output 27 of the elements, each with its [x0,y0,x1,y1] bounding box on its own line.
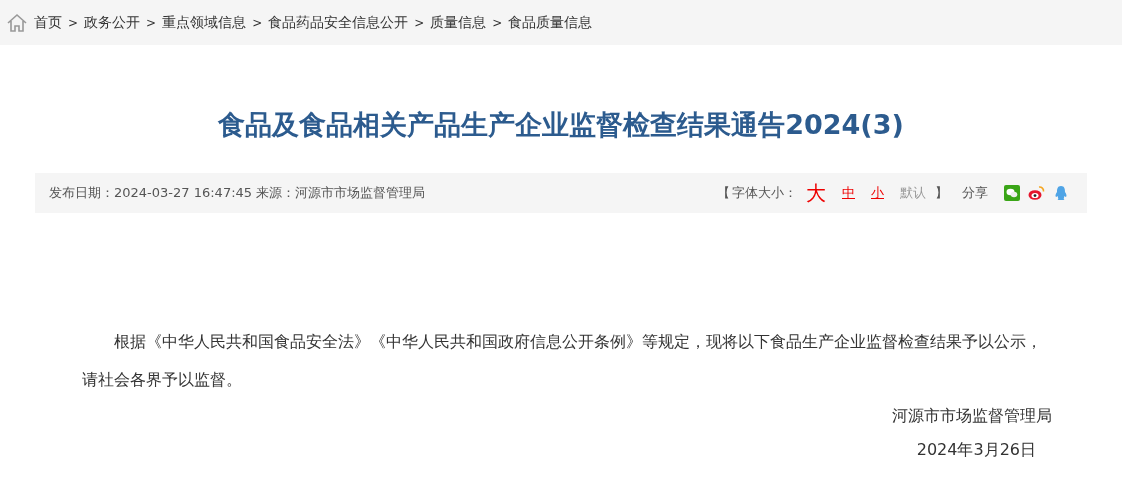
bracket: 【 [717,184,730,203]
chat-bubbles-icon[interactable] [1004,185,1020,201]
breadcrumb-link[interactable]: 首页 [34,12,62,33]
breadcrumb-link[interactable]: 政务公开 [84,12,141,33]
breadcrumb-separator: > [146,14,157,32]
article-date: 2024年3月26日 [916,439,1036,461]
breadcrumb-separator: > [492,14,503,32]
breadcrumb-link[interactable]: 重点领域信息 [162,12,247,33]
share-label: 分享 [962,184,988,203]
signature: 河源市市场监督管理局 [892,405,1052,427]
font-size-option[interactable]: 大 [806,183,826,203]
home-icon[interactable] [6,11,28,34]
font-size-option[interactable]: 小 [871,183,884,203]
publish-info: 发布日期：2024-03-27 16:47:45 来源：河源市市场监督管理局 [49,184,426,203]
eye-icon[interactable] [1028,185,1045,201]
article-paragraph: 根据《中华人民共和国食品安全法》《中华人民共和国政府信息公开条例》等规定，现将以下食品生产企业监督检查结果予以公示，请社会各界予以监督。 [82,331,1043,391]
breadcrumb-separator: > [68,14,79,32]
article-title: 食品及食品相关产品生产企业监督检查结果通告2024(3) [217,108,905,142]
breadcrumb-link[interactable]: 食品药品安全信息公开 [268,12,409,33]
font-size-label: 字体大小： [732,184,797,203]
breadcrumb-separator: > [252,14,263,32]
font-size-option[interactable]: 中 [842,183,855,203]
breadcrumb-separator: > [414,14,425,32]
breadcrumb-link[interactable]: 食品质量信息 [508,12,593,33]
bracket: 】 [935,184,948,203]
breadcrumb-link[interactable]: 质量信息 [430,12,487,33]
penguin-icon[interactable] [1053,185,1069,201]
